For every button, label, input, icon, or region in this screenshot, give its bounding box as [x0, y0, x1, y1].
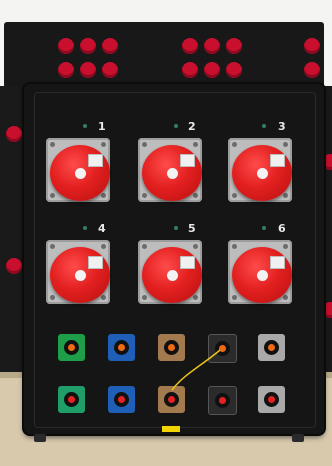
panel-foot — [34, 434, 46, 442]
background-red-socket — [182, 38, 198, 54]
cee-socket-1[interactable] — [46, 138, 110, 202]
background-red-socket — [58, 38, 74, 54]
background-red-socket — [182, 62, 198, 78]
background-red-socket — [6, 126, 22, 142]
yellow-wire — [171, 349, 221, 391]
cee-socket-3[interactable] — [228, 138, 292, 202]
indicator-led — [262, 124, 266, 128]
cee-cover — [232, 145, 292, 201]
background-red-socket — [226, 62, 242, 78]
socket-number: 4 — [98, 222, 106, 235]
indicator-led — [174, 226, 178, 230]
cee-cover — [50, 247, 110, 303]
panel-foot — [292, 434, 304, 442]
background-red-socket — [304, 62, 320, 78]
background-red-socket — [6, 258, 22, 274]
cee-socket-6[interactable] — [228, 240, 292, 304]
socket-number: 6 — [278, 222, 286, 235]
socket-number: 3 — [278, 120, 286, 133]
cee-cover — [142, 247, 202, 303]
socket-number: 1 — [98, 120, 106, 133]
background-red-socket — [304, 38, 320, 54]
distribution-panel: 1 2 3 4 5 6 — [24, 84, 324, 434]
socket-number: 5 — [188, 222, 196, 235]
background-red-socket — [204, 38, 220, 54]
background-distribution-boxes — [4, 22, 324, 88]
cee-cover — [142, 145, 202, 201]
background-red-socket — [80, 62, 96, 78]
socket-number: 2 — [188, 120, 196, 133]
powerlock-socket-silver[interactable] — [258, 334, 285, 361]
powerlock-socket-blue[interactable] — [108, 386, 135, 413]
background-red-socket — [226, 38, 242, 54]
powerlock-socket-green[interactable] — [58, 386, 85, 413]
cee-cover — [50, 145, 110, 201]
cee-socket-5[interactable] — [138, 240, 202, 304]
indicator-led — [262, 226, 266, 230]
powerlock-socket-silver[interactable] — [258, 386, 285, 413]
warning-label — [162, 426, 180, 432]
powerlock-socket-blue[interactable] — [108, 334, 135, 361]
cee-socket-2[interactable] — [138, 138, 202, 202]
background-red-socket — [102, 38, 118, 54]
indicator-led — [83, 226, 87, 230]
background-red-socket — [80, 38, 96, 54]
powerlock-socket-green[interactable] — [58, 334, 85, 361]
background-red-socket — [204, 62, 220, 78]
background-red-socket — [58, 62, 74, 78]
indicator-led — [174, 124, 178, 128]
indicator-led — [83, 124, 87, 128]
cee-cover — [232, 247, 292, 303]
background-red-socket — [102, 62, 118, 78]
cee-socket-4[interactable] — [46, 240, 110, 304]
